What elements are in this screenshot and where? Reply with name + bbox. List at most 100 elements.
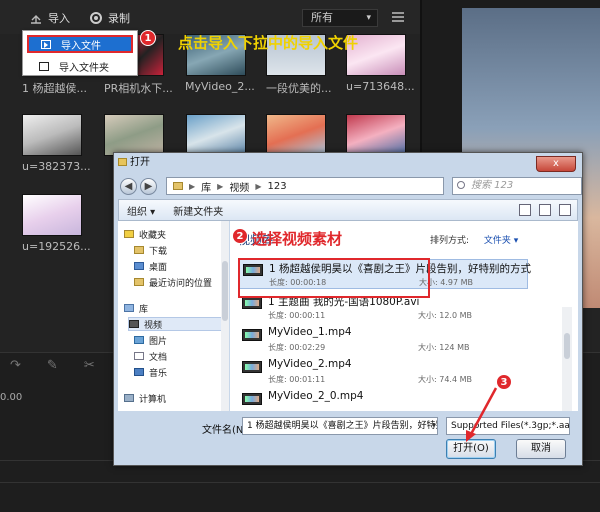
nav-item-documents[interactable]: 文档	[134, 349, 167, 363]
media-thumbnail[interactable]	[104, 114, 164, 156]
breadcrumb-item[interactable]: 123	[267, 181, 286, 192]
forward-button[interactable]: ▶	[140, 178, 157, 195]
file-name: MyVideo_1.mp4	[268, 326, 352, 338]
media-label: u=713648...	[346, 80, 415, 93]
step-badge-1: 1	[140, 30, 156, 46]
video-file-icon	[242, 361, 262, 373]
media-thumbnail[interactable]	[186, 114, 246, 156]
help-icon[interactable]	[559, 204, 571, 216]
breadcrumb-item[interactable]: 视频	[229, 179, 249, 194]
nav-item-desktop[interactable]: 桌面	[134, 259, 167, 273]
media-thumbnail[interactable]	[346, 114, 406, 156]
step1-annotation: 点击导入下拉中的导入文件	[178, 34, 359, 52]
media-thumbnail[interactable]	[22, 114, 82, 156]
timeline-tools: ↷ ✎ ✂	[0, 358, 95, 373]
folder-icon	[39, 61, 49, 71]
video-icon	[129, 320, 139, 328]
open-file-dialog: 打开 x ◀ ▶ ▶ 库 ▶ 视频 ▶ 123 搜索 123 组织 ▾ 新建文件…	[113, 152, 583, 466]
dialog-titlebar: 打开	[114, 153, 582, 173]
file-meta: 长度: 00:00:11 大小: 12.0 MB	[268, 311, 472, 320]
media-label: PR相机水下...	[104, 82, 173, 95]
redo-icon[interactable]: ↷	[10, 358, 21, 373]
open-button[interactable]: 打开(O)	[446, 439, 496, 459]
import-icon	[31, 15, 41, 24]
media-thumbnail[interactable]	[266, 114, 326, 156]
file-item[interactable]: MyVideo_2_0.mp4	[238, 389, 528, 411]
dialog-toolbar: 组织 ▾ 新建文件夹	[118, 199, 578, 221]
step2-annotation: 选择视频素材	[252, 230, 343, 248]
file-item[interactable]: MyVideo_2.mp4 长度: 00:01:11 大小: 74.4 MB	[238, 357, 528, 387]
computer-icon	[124, 394, 134, 402]
menu-item-label: 导入文件	[61, 40, 101, 52]
nav-item-favorites[interactable]: 收藏夹	[124, 227, 166, 241]
menu-item-label: 导入文件夹	[59, 62, 109, 74]
breadcrumb-item[interactable]: 库	[201, 179, 211, 194]
close-button[interactable]: x	[536, 156, 576, 172]
filetype-select[interactable]: Supported Files(*.3gp;*.aac;	[446, 417, 570, 435]
dialog-title: 打开	[130, 157, 150, 168]
preview-pane-icon[interactable]	[539, 204, 551, 216]
import-button[interactable]: 导入	[30, 10, 70, 26]
file-list-scrollbar[interactable]	[562, 307, 572, 411]
file-list-pane: 视频库 排列方式: 文件夹 ▾ 1 杨超越侯明昊以《喜剧之王》片段告别，好特别的…	[230, 221, 578, 411]
media-filter-select[interactable]: 所有 ▾	[302, 9, 378, 27]
media-label: 一段优美的...	[266, 82, 332, 95]
chevron-down-icon: ▾	[366, 13, 371, 23]
search-input[interactable]: 搜索 123	[452, 177, 582, 195]
file-meta: 长度: 00:02:29 大小: 124 MB	[268, 343, 470, 352]
step-badge-3: 3	[496, 374, 512, 390]
nav-item-pictures[interactable]: 图片	[134, 333, 167, 347]
selected-file-highlight	[238, 258, 430, 298]
back-button[interactable]: ◀	[120, 178, 137, 195]
scissors-icon[interactable]: ✂	[84, 358, 95, 373]
organize-button[interactable]: 组织 ▾	[127, 203, 155, 218]
list-view-icon[interactable]	[392, 12, 404, 22]
cancel-button[interactable]: 取消	[516, 439, 566, 459]
close-icon: x	[553, 158, 559, 169]
picture-icon	[134, 336, 144, 344]
sort-label: 排列方式:	[430, 236, 470, 246]
filename-input[interactable]: 1 杨超越侯明昊以《喜剧之王》片段告别，好特别的	[242, 417, 438, 435]
import-dropdown-menu: 导入文件 导入文件夹	[22, 30, 138, 76]
nav-item-libraries[interactable]: 库	[124, 301, 148, 315]
menu-item-import-folder[interactable]: 导入文件夹	[27, 57, 133, 75]
desktop-icon	[134, 262, 144, 270]
folder-icon	[118, 158, 127, 166]
media-thumbnail[interactable]	[22, 194, 82, 236]
recent-icon	[134, 278, 144, 286]
search-placeholder: 搜索 123	[471, 180, 514, 191]
record-button[interactable]: 录制	[90, 10, 130, 26]
file-item[interactable]: MyVideo_1.mp4 长度: 00:02:29 大小: 124 MB	[238, 325, 528, 355]
address-bar-row: ◀ ▶ ▶ 库 ▶ 视频 ▶ 123 搜索 123	[118, 175, 582, 197]
new-folder-button[interactable]: 新建文件夹	[173, 203, 223, 218]
file-meta: 长度: 00:01:11 大小: 74.4 MB	[268, 375, 472, 384]
nav-item-videos[interactable]: 视频	[128, 317, 226, 331]
video-file-icon	[41, 39, 51, 49]
sort-select[interactable]: 文件夹 ▾	[484, 236, 518, 246]
nav-item-computer[interactable]: 计算机	[124, 391, 166, 405]
navigation-pane: 收藏夹 下载 桌面 最近访问的位置 库 视频 图片 文档 音乐 计算机	[118, 221, 229, 411]
music-icon	[134, 368, 144, 376]
search-icon	[457, 181, 465, 189]
timeline-track-line	[0, 482, 600, 483]
sort-control: 排列方式: 文件夹 ▾	[430, 233, 518, 246]
nav-item-recent[interactable]: 最近访问的位置	[134, 275, 212, 289]
menu-item-import-file[interactable]: 导入文件	[27, 35, 133, 53]
media-label: MyVideo_2...	[185, 80, 255, 93]
library-icon	[124, 304, 134, 312]
pen-icon[interactable]: ✎	[47, 358, 58, 373]
nav-item-music[interactable]: 音乐	[134, 365, 167, 379]
filter-value: 所有	[311, 11, 333, 24]
media-label: u=192526...	[22, 240, 91, 253]
video-file-icon	[242, 297, 262, 309]
document-icon	[134, 352, 144, 360]
view-options-icon[interactable]	[519, 204, 531, 216]
nav-item-downloads[interactable]: 下载	[134, 243, 167, 257]
chevron-down-icon[interactable]: ▾	[432, 417, 442, 435]
file-name: MyVideo_2.mp4	[268, 358, 352, 370]
address-breadcrumb[interactable]: ▶ 库 ▶ 视频 ▶ 123	[166, 177, 444, 195]
nav-scrollbar[interactable]	[221, 221, 229, 411]
arrow-left-icon: ◀	[124, 181, 133, 192]
step-badge-2: 2	[232, 228, 248, 244]
timeline-time: 0.00	[0, 392, 23, 403]
